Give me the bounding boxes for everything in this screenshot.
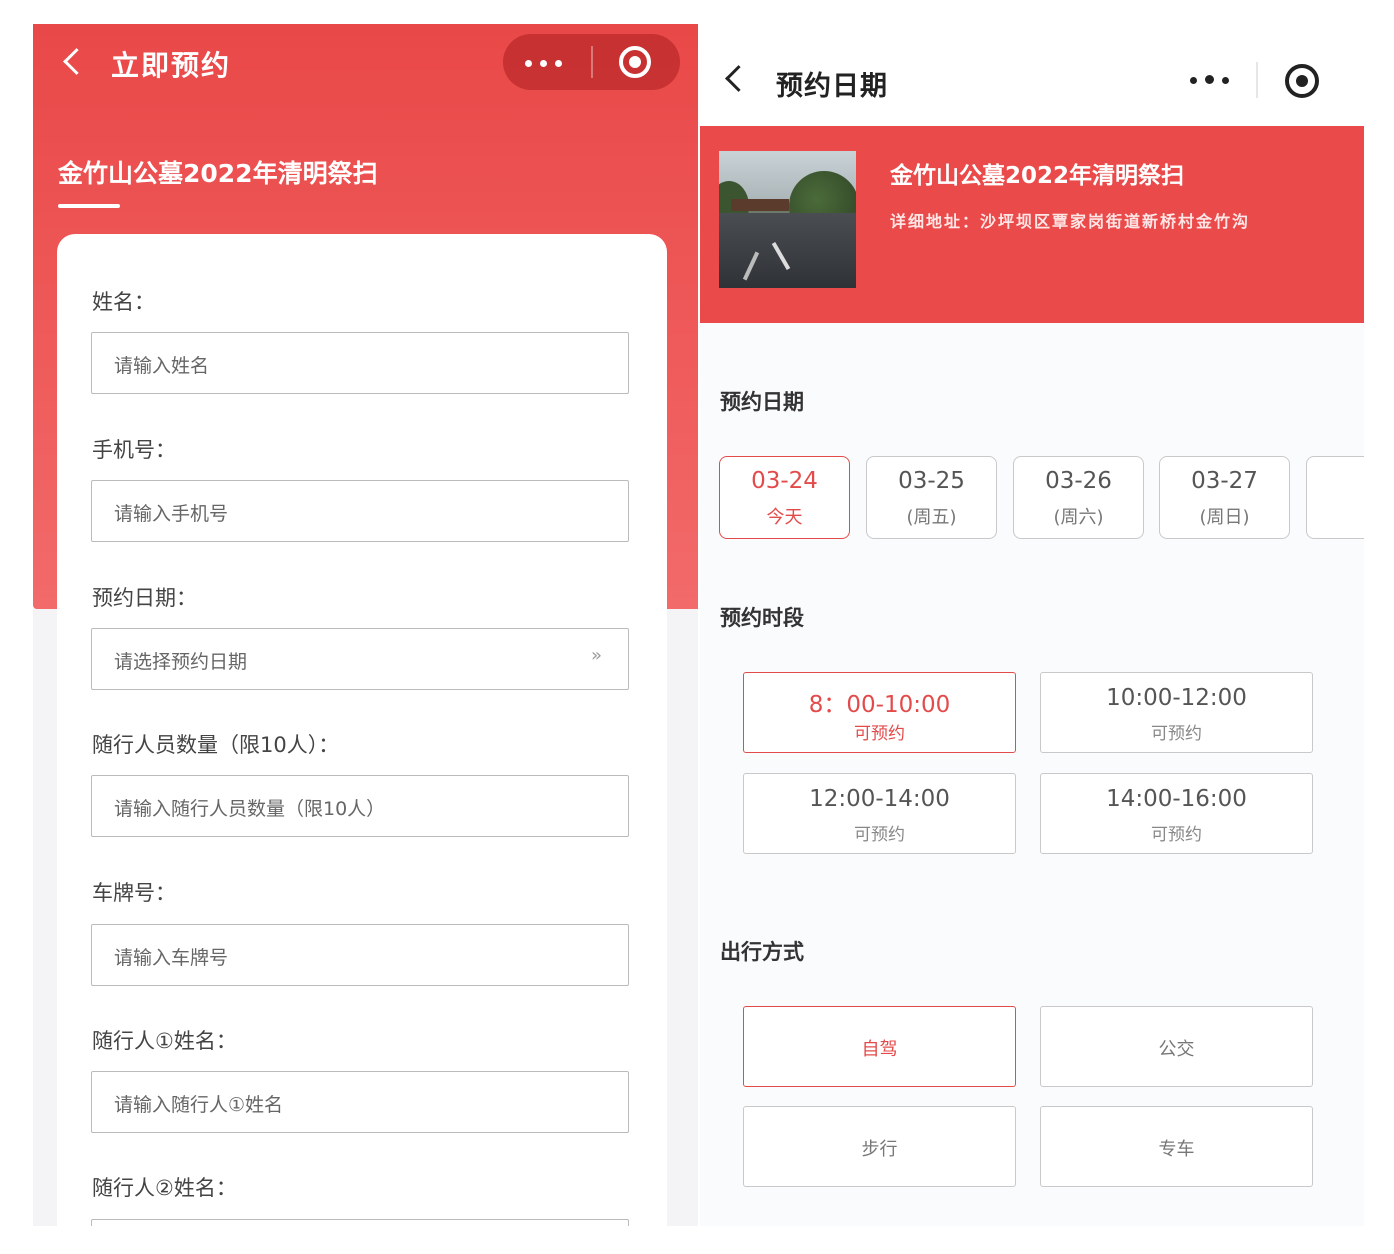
companion1-placeholder: 请输入随行人①姓名 xyxy=(114,1094,284,1116)
page-title: 立即预约 xyxy=(111,49,232,82)
travel-mode-shuttle[interactable]: 专车 xyxy=(1040,1106,1313,1187)
right-navbar: 预约日期 xyxy=(700,36,1364,126)
time-slot-1200[interactable]: 12:00-14:00 可预约 xyxy=(743,773,1016,854)
page-title: 预约日期 xyxy=(776,71,888,102)
date-picker-field[interactable]: 请选择预约日期 » xyxy=(91,628,629,690)
slot-status: 可预约 xyxy=(854,825,905,845)
venue-photo xyxy=(719,151,856,288)
time-slot-0800[interactable]: 8：00-10:00 可预约 xyxy=(743,672,1016,753)
field-label-name: 姓名： xyxy=(92,290,155,314)
date-selection-screen: 预约日期 金竹山公墓2022年清明祭扫 详细地址：沙坪坝区覃家岗街道新桥村金竹沟… xyxy=(700,36,1364,1226)
capsule-target-icon[interactable] xyxy=(1285,64,1319,98)
mode-label: 步行 xyxy=(861,1139,898,1160)
capsule-divider xyxy=(1256,62,1258,98)
name-placeholder: 请输入姓名 xyxy=(114,355,210,377)
plate-placeholder: 请输入车牌号 xyxy=(114,947,229,969)
date-chip-0324[interactable]: 03-24 今天 xyxy=(719,456,850,539)
date-value: 03-27 xyxy=(1191,468,1258,494)
date-weekday: 今天 xyxy=(766,507,803,528)
slot-time: 12:00-14:00 xyxy=(809,786,950,812)
companion1-name-input[interactable]: 请输入随行人①姓名 xyxy=(91,1071,629,1133)
mode-label: 专车 xyxy=(1158,1139,1195,1160)
field-label-companion1: 随行人①姓名： xyxy=(92,1029,237,1053)
date-weekday: (周六) xyxy=(1053,507,1104,528)
date-value: 03-24 xyxy=(751,468,818,494)
companions-placeholder: 请输入随行人员数量（限10人） xyxy=(114,798,386,820)
date-weekday: (周五) xyxy=(906,507,957,528)
double-chevron-right-icon: » xyxy=(590,645,602,666)
field-label-plate: 车牌号： xyxy=(92,881,176,905)
date-chip-0325[interactable]: 03-25 (周五) xyxy=(866,456,997,539)
mode-label: 自驾 xyxy=(861,1039,898,1060)
field-label-phone: 手机号： xyxy=(92,438,176,462)
time-slot-1400[interactable]: 14:00-16:00 可预约 xyxy=(1040,773,1313,854)
form-card: 姓名： 请输入姓名 手机号： 请输入手机号 预约日期： 请选择预约日期 » 随行… xyxy=(57,234,667,1226)
license-plate-input[interactable]: 请输入车牌号 xyxy=(91,924,629,986)
slot-time: 14:00-16:00 xyxy=(1106,786,1247,812)
app-root: 立即预约 金竹山公墓2022年清明祭扫 姓名： 请输入姓名 手机号： 请输入手机… xyxy=(0,0,1394,1254)
venue-address: 详细地址：沙坪坝区覃家岗街道新桥村金竹沟 xyxy=(890,212,1251,231)
back-chevron-icon[interactable] xyxy=(722,62,746,96)
slot-section-title: 预约时段 xyxy=(720,606,804,630)
field-label-date: 预约日期： xyxy=(92,586,197,610)
date-chip-0327[interactable]: 03-27 (周日) xyxy=(1159,456,1290,539)
back-chevron-icon[interactable] xyxy=(61,46,85,80)
mode-label: 公交 xyxy=(1158,1039,1195,1060)
date-chip-0326[interactable]: 03-26 (周六) xyxy=(1013,456,1144,539)
slot-status: 可预约 xyxy=(1151,724,1202,744)
time-slot-1000[interactable]: 10:00-12:00 可预约 xyxy=(1040,672,1313,753)
field-label-companions: 随行人员数量（限10人）： xyxy=(92,733,340,757)
date-weekday: (周日) xyxy=(1199,507,1250,528)
venue-banner: 金竹山公墓2022年清明祭扫 详细地址：沙坪坝区覃家岗街道新桥村金竹沟 xyxy=(700,126,1364,323)
left-navbar: 立即预约 xyxy=(33,24,698,102)
slot-time: 10:00-12:00 xyxy=(1106,685,1247,711)
miniprogram-capsule xyxy=(503,34,680,90)
travel-mode-walk[interactable]: 步行 xyxy=(743,1106,1016,1187)
more-dots-icon[interactable] xyxy=(1190,70,1234,90)
date-placeholder: 请选择预约日期 xyxy=(114,651,248,673)
title-underline xyxy=(58,204,120,208)
venue-title: 金竹山公墓2022年清明祭扫 xyxy=(890,163,1185,189)
field-label-companion2: 随行人②姓名： xyxy=(92,1176,237,1200)
slot-status: 可预约 xyxy=(854,724,905,744)
booking-form-screen: 立即预约 金竹山公墓2022年清明祭扫 姓名： 请输入姓名 手机号： 请输入手机… xyxy=(33,24,698,1226)
date-section-title: 预约日期 xyxy=(720,390,804,414)
phone-placeholder: 请输入手机号 xyxy=(114,503,229,525)
phone-input[interactable]: 请输入手机号 xyxy=(91,480,629,542)
event-title: 金竹山公墓2022年清明祭扫 xyxy=(58,159,378,188)
more-dots-icon[interactable] xyxy=(525,50,569,74)
name-input[interactable]: 请输入姓名 xyxy=(91,332,629,394)
companion2-name-input[interactable] xyxy=(91,1219,629,1226)
mode-section-title: 出行方式 xyxy=(720,940,804,964)
date-value: 03-25 xyxy=(898,468,965,494)
companions-count-input[interactable]: 请输入随行人员数量（限10人） xyxy=(91,775,629,837)
capsule-target-icon[interactable] xyxy=(619,46,651,78)
travel-mode-drive[interactable]: 自驾 xyxy=(743,1006,1016,1087)
travel-mode-bus[interactable]: 公交 xyxy=(1040,1006,1313,1087)
date-value: 03-26 xyxy=(1045,468,1112,494)
slot-time: 8：00-10:00 xyxy=(808,692,951,718)
date-chip-next[interactable] xyxy=(1306,456,1364,539)
slot-status: 可预约 xyxy=(1151,825,1202,845)
capsule-divider xyxy=(591,46,593,78)
